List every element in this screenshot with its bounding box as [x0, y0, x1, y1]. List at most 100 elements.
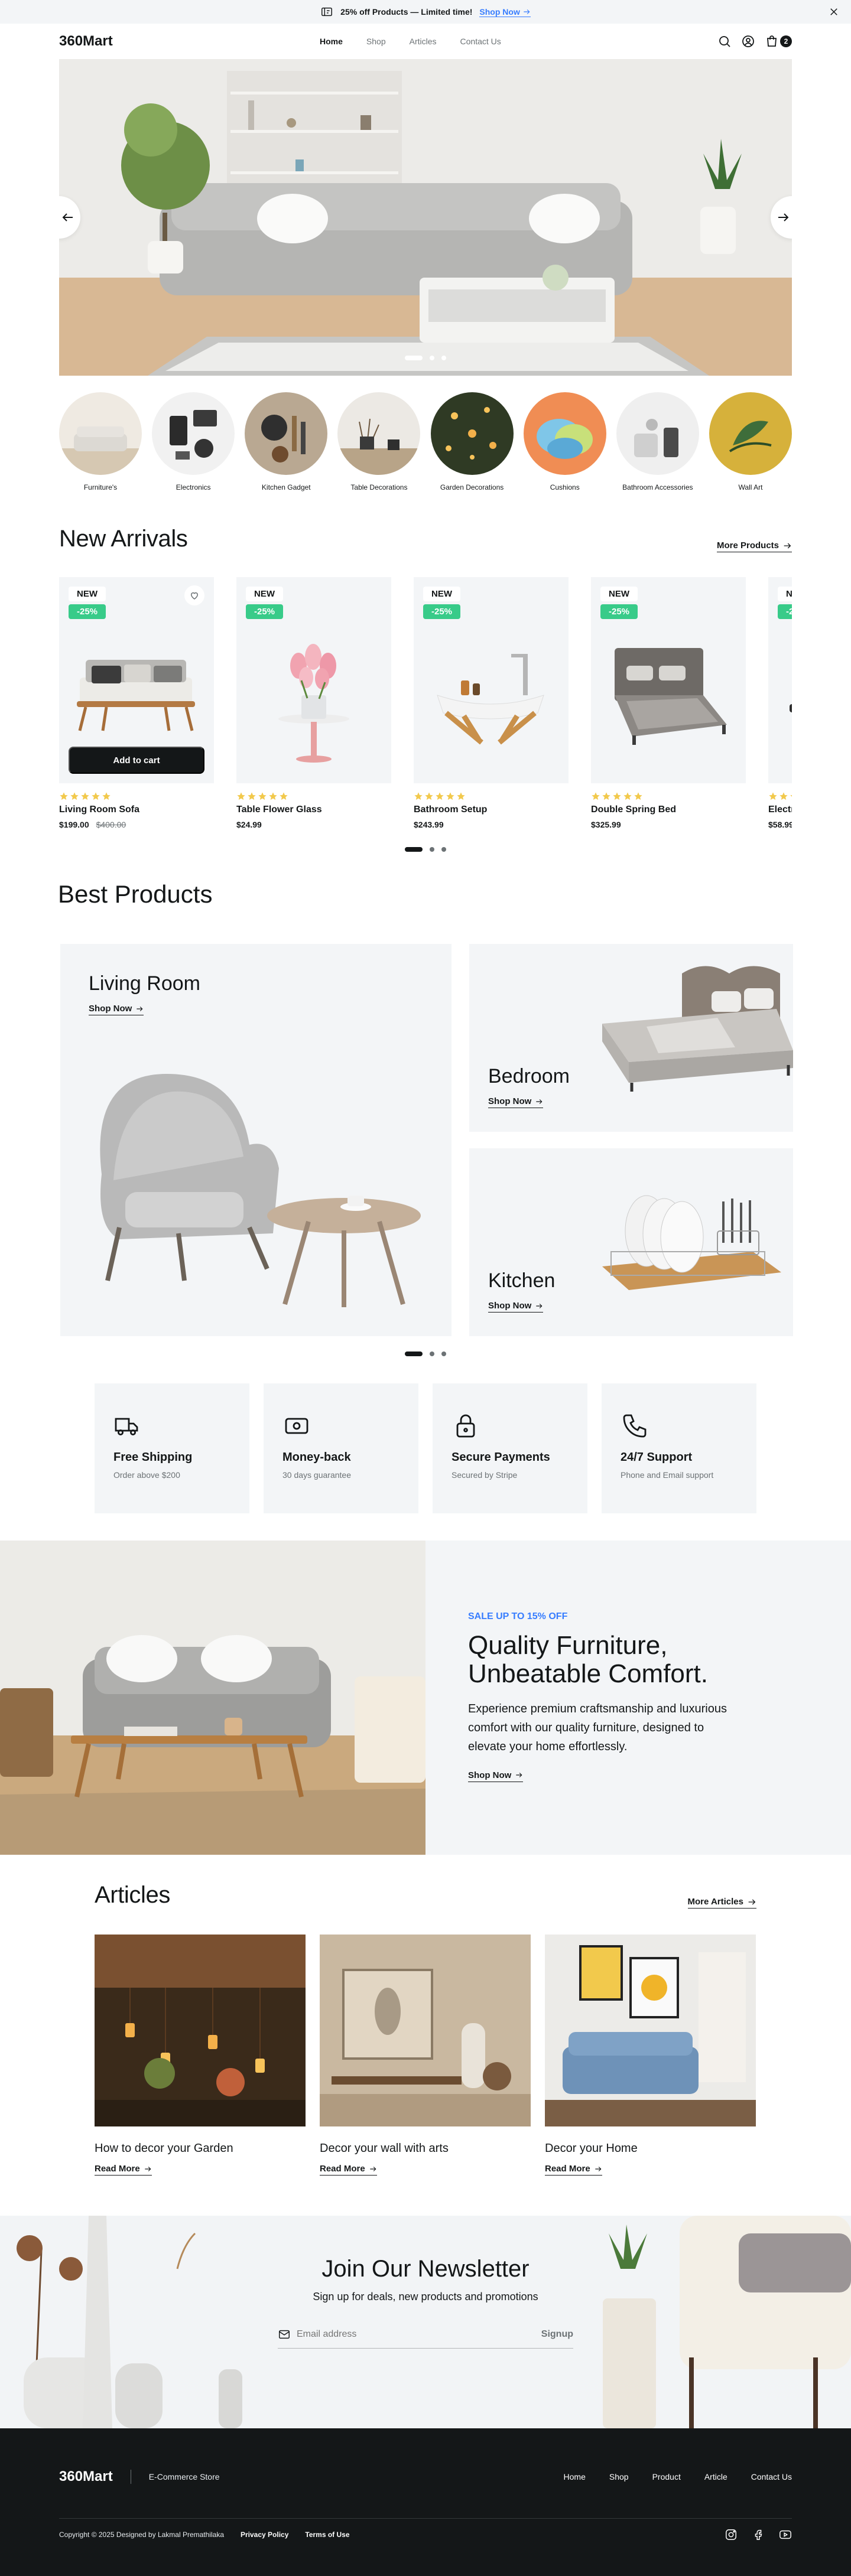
product-carousel: NEW -25% Add to cart Living Room Sofa $1… — [59, 577, 792, 829]
article-card[interactable]: Decor your wall with arts Read More — [320, 1935, 531, 2176]
youtube-icon[interactable] — [779, 2528, 792, 2541]
nav-home[interactable]: Home — [320, 37, 343, 46]
category-item[interactable]: Electronics — [152, 392, 235, 491]
cart-icon[interactable] — [765, 34, 779, 48]
signup-button[interactable]: Signup — [541, 2329, 573, 2340]
category-list: Furniture's Electronics Kitchen Gadget T… — [59, 392, 792, 491]
new-badge: NEW — [423, 587, 460, 601]
arrow-right-icon — [594, 2165, 602, 2173]
shop-now-label: Shop Now — [89, 1004, 132, 1014]
product-name[interactable]: Bathroom Setup — [414, 805, 569, 815]
category-item[interactable]: Bathroom Accessories — [616, 392, 699, 491]
terms-link[interactable]: Terms of Use — [305, 2531, 349, 2539]
read-more-link[interactable]: Read More — [545, 2164, 602, 2176]
read-more-label: Read More — [320, 2164, 365, 2174]
nav-articles[interactable]: Articles — [410, 37, 437, 46]
add-to-cart-button[interactable]: Add to cart — [69, 747, 204, 774]
product-card[interactable]: NEW -25% Double Spring Bed $325.99 — [591, 577, 746, 829]
article-card[interactable]: How to decor your Garden Read More — [95, 1935, 306, 2176]
heart-icon[interactable] — [184, 585, 204, 605]
bedroom-card[interactable]: Bedroom Shop Now — [469, 944, 793, 1132]
hero-dot[interactable] — [441, 356, 446, 360]
rating-stars — [768, 792, 792, 801]
category-item[interactable]: Kitchen Gadget — [245, 392, 328, 491]
read-more-link[interactable]: Read More — [95, 2164, 152, 2176]
carousel-dot[interactable] — [441, 847, 446, 852]
promo-text: SALE UP TO 15% OFF Quality Furniture, Unb… — [426, 1541, 851, 1855]
footer-nav-product[interactable]: Product — [652, 2472, 681, 2481]
category-item[interactable]: Cushions — [523, 392, 606, 491]
product-card[interactable]: NEW -25% Table Flower Glass $24.99 — [236, 577, 391, 829]
carousel-dot[interactable] — [405, 847, 423, 852]
category-label: Bathroom Accessories — [622, 483, 693, 491]
product-name[interactable]: Living Room Sofa — [59, 805, 214, 815]
instagram-icon[interactable] — [725, 2528, 738, 2541]
carousel-dot[interactable] — [405, 1351, 423, 1356]
article-image — [320, 1935, 531, 2126]
hero-dot[interactable] — [430, 356, 434, 360]
product-name[interactable]: Electric Heat — [768, 805, 792, 815]
mail-icon — [278, 2328, 291, 2341]
star-icon — [70, 792, 79, 800]
banner-text: 25% off Products — Limited time! — [340, 7, 473, 17]
promo-title: Quality Furniture, Unbeatable Comfort. — [468, 1631, 808, 1689]
star-icon — [425, 792, 433, 800]
logo[interactable]: 360Mart — [59, 33, 113, 50]
category-item[interactable]: Wall Art — [709, 392, 792, 491]
category-label: Kitchen Gadget — [261, 483, 311, 491]
arrow-left-icon — [61, 210, 75, 224]
nav-shop[interactable]: Shop — [366, 37, 386, 46]
rating-stars — [236, 792, 391, 801]
carousel-dot[interactable] — [441, 1351, 446, 1356]
footer-nav-contact[interactable]: Contact Us — [751, 2472, 792, 2481]
privacy-policy-link[interactable]: Privacy Policy — [241, 2531, 288, 2539]
read-more-label: Read More — [95, 2164, 140, 2174]
user-icon[interactable] — [741, 34, 755, 48]
product-card[interactable]: NEW -25% Bathroom Setup $243.99 — [414, 577, 569, 829]
category-image — [430, 392, 514, 475]
footer-nav-article[interactable]: Article — [704, 2472, 727, 2481]
close-icon[interactable] — [829, 6, 839, 17]
article-title[interactable]: How to decor your Garden — [95, 2142, 306, 2155]
email-input[interactable] — [297, 2329, 535, 2340]
nav-contact[interactable]: Contact Us — [460, 37, 501, 46]
promo-shop-now-link[interactable]: Shop Now — [468, 1770, 524, 1782]
product-name[interactable]: Table Flower Glass — [236, 805, 391, 815]
category-item[interactable]: Garden Decorations — [430, 392, 514, 491]
hero-dot[interactable] — [405, 356, 423, 360]
search-icon[interactable] — [717, 34, 732, 48]
carousel-dot[interactable] — [430, 1351, 434, 1356]
star-icon — [634, 792, 642, 800]
new-badge: NEW — [69, 587, 106, 601]
article-title[interactable]: Decor your wall with arts — [320, 2142, 531, 2155]
product-card[interactable]: NEW -25% Add to cart Living Room Sofa $1… — [59, 577, 214, 829]
article-card[interactable]: Decor your Home Read More — [545, 1935, 756, 2176]
carousel-dot[interactable] — [430, 847, 434, 852]
read-more-link[interactable]: Read More — [320, 2164, 377, 2176]
footer-nav-home[interactable]: Home — [564, 2472, 586, 2481]
footer-logo[interactable]: 360Mart — [59, 2468, 113, 2485]
more-products-link[interactable]: More Products — [716, 540, 792, 552]
shop-now-link[interactable]: Shop Now — [488, 1096, 544, 1108]
kitchen-card[interactable]: Kitchen Shop Now — [469, 1148, 793, 1336]
more-articles-link[interactable]: More Articles — [687, 1897, 756, 1909]
arrow-right-icon — [535, 1302, 543, 1310]
ticket-icon — [320, 5, 333, 18]
category-item[interactable]: Table Decorations — [337, 392, 421, 491]
banner-shop-now-link[interactable]: Shop Now — [479, 7, 531, 17]
living-room-card[interactable]: Living Room Shop Now — [60, 944, 452, 1336]
product-card[interactable]: NEW -25% Electric Heat $58.99 — [768, 577, 792, 829]
shop-now-link[interactable]: Shop Now — [488, 1301, 544, 1313]
feature-card: Secure Payments Secured by Stripe — [433, 1383, 587, 1513]
article-title[interactable]: Decor your Home — [545, 2142, 756, 2155]
feature-sub: 30 days guarantee — [282, 1470, 351, 1480]
category-item[interactable]: Furniture's — [59, 392, 142, 491]
arrow-right-icon — [135, 1005, 144, 1013]
arrow-right-icon — [369, 2165, 377, 2173]
facebook-icon[interactable] — [752, 2528, 765, 2541]
star-icon — [280, 792, 288, 800]
footer-nav-shop[interactable]: Shop — [609, 2472, 629, 2481]
product-name[interactable]: Double Spring Bed — [591, 805, 746, 815]
shop-now-link[interactable]: Shop Now — [89, 1004, 144, 1015]
arrow-right-icon — [515, 1771, 523, 1779]
